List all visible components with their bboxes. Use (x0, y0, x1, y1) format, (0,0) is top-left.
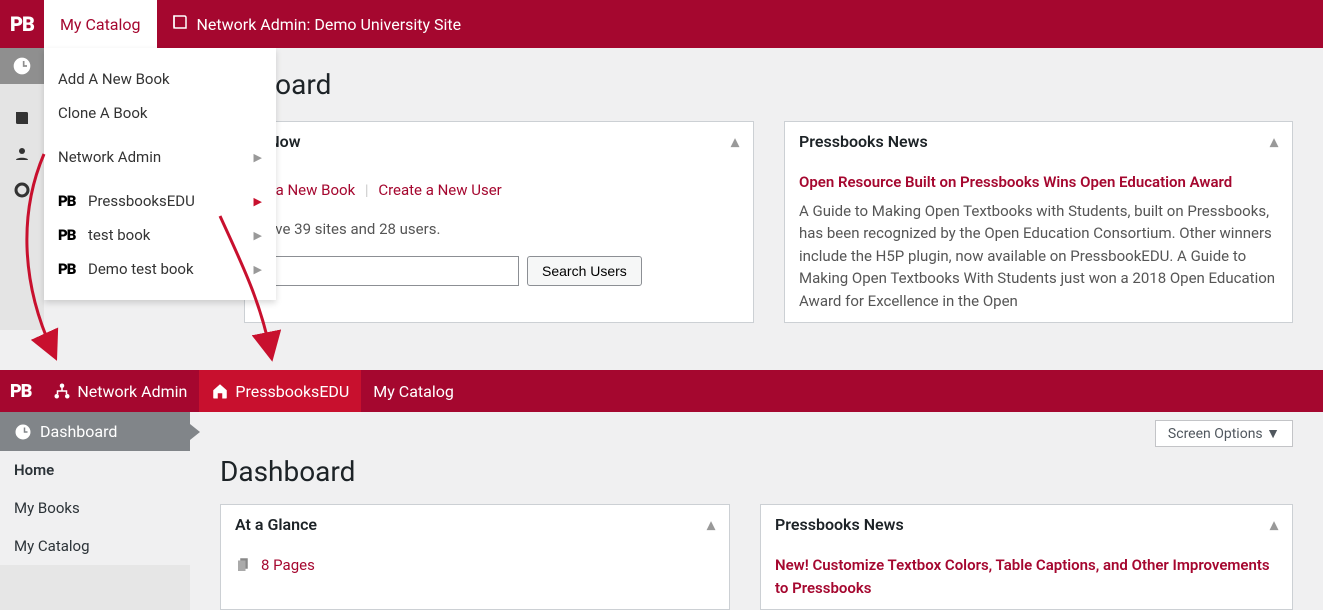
tab-my-catalog[interactable]: My Catalog (44, 0, 157, 48)
panel-right-now-head[interactable]: t Now ▴ (245, 122, 753, 161)
pb-mini-icon: PB (58, 192, 78, 210)
create-user-link[interactable]: Create a New User (378, 181, 501, 199)
sidebar2-my-books[interactable]: My Books (0, 489, 190, 527)
news-title: Pressbooks News (799, 132, 928, 151)
panel-news-head[interactable]: Pressbooks News ▴ (785, 122, 1292, 161)
bar2-network-admin-label: Network Admin (77, 382, 187, 401)
sites-users-text: have 39 sites and 28 users. (259, 218, 739, 241)
menu-pressbooksedu-label: PressbooksEDU (88, 192, 195, 210)
pages-link[interactable]: 8 Pages (261, 554, 315, 577)
dashboard-icon (14, 423, 32, 441)
collapse-icon[interactable]: ▴ (707, 515, 715, 534)
news2-title: Pressbooks News (775, 515, 904, 534)
search-users-button[interactable]: Search Users (527, 256, 642, 286)
bar2-network-admin[interactable]: Network Admin (41, 370, 199, 412)
dashboard-icon[interactable] (0, 48, 44, 84)
sidebar2-dashboard[interactable]: Dashboard (0, 412, 190, 451)
sitemap-icon (53, 382, 71, 400)
network-admin-title: Network Admin: Demo University Site (197, 15, 462, 34)
menu-network-admin[interactable]: Network Admin ▶ (44, 140, 276, 174)
collapse-icon[interactable]: ▴ (1270, 132, 1278, 151)
chevron-down-icon: ▼ (1266, 426, 1280, 442)
pb-logo-2[interactable]: PB (0, 370, 41, 412)
section-2: PB Network Admin PressbooksEDU My Catalo… (0, 370, 1323, 610)
my-catalog-dropdown: Add A New Book Clone A Book Network Admi… (44, 48, 276, 300)
menu-pressbooksedu[interactable]: PB PressbooksEDU ▶ (44, 184, 276, 218)
glance-title: At a Glance (235, 515, 317, 534)
bar2-pressbooksedu-label: PressbooksEDU (235, 382, 349, 401)
sidebar-2: Dashboard Home My Books My Catalog (0, 412, 190, 610)
news-headline-link[interactable]: Open Resource Built on Pressbooks Wins O… (799, 173, 1232, 191)
pages-icon (235, 556, 253, 574)
panel-news2-head[interactable]: Pressbooks News ▴ (761, 505, 1292, 544)
main-2: Screen Options ▼ Dashboard At a Glance ▴… (190, 412, 1323, 610)
tab-network-admin[interactable]: Network Admin: Demo University Site (157, 0, 476, 48)
screen-options-button[interactable]: Screen Options ▼ (1155, 420, 1293, 447)
pb-mini-icon: PB (58, 260, 78, 278)
pb-logo[interactable]: PB (0, 0, 44, 48)
chevron-right-icon: ▶ (254, 195, 262, 208)
admin-bar-2: PB Network Admin PressbooksEDU My Catalo… (0, 370, 1323, 412)
collapse-icon[interactable]: ▴ (731, 132, 739, 151)
menu-network-admin-label: Network Admin (58, 148, 161, 166)
menu-clone-book[interactable]: Clone A Book (44, 96, 276, 130)
home-icon (211, 382, 229, 400)
admin-bar-top: PB My Catalog Network Admin: Demo Univer… (0, 0, 1323, 48)
circle-icon[interactable] (0, 172, 44, 208)
collapse-icon[interactable]: ▴ (1270, 515, 1278, 534)
news2-headline-link[interactable]: New! Customize Textbox Colors, Table Cap… (775, 556, 1270, 597)
pb-mini-icon: PB (58, 226, 78, 244)
panel-glance-head[interactable]: At a Glance ▴ (221, 505, 729, 544)
bar2-my-catalog[interactable]: My Catalog (361, 370, 466, 412)
chevron-right-icon: ▶ (254, 229, 262, 242)
menu-demo-test-book[interactable]: PB Demo test book ▶ (44, 252, 276, 286)
menu-test-book[interactable]: PB test book ▶ (44, 218, 276, 252)
menu-add-new-book[interactable]: Add A New Book (44, 62, 276, 96)
sidebar2-home[interactable]: Home (0, 451, 190, 489)
menu-demo-test-book-label: Demo test book (88, 260, 194, 278)
screen-options-label: Screen Options (1168, 426, 1263, 442)
sidebar2-dashboard-label: Dashboard (40, 422, 117, 441)
news-body: A Guide to Making Open Textbooks with St… (799, 200, 1278, 313)
book-icon[interactable] (0, 100, 44, 136)
page-title-partial: hboard (244, 68, 1293, 101)
book-icon (171, 13, 189, 36)
chevron-right-icon: ▶ (254, 263, 262, 276)
search-users-input[interactable] (259, 256, 519, 286)
bar2-pressbooksedu[interactable]: PressbooksEDU (199, 370, 361, 412)
pipe-separator: | (365, 181, 369, 199)
sidebar2-my-catalog[interactable]: My Catalog (0, 527, 190, 565)
page-title-2: Dashboard (220, 455, 1293, 488)
sidebar-collapsed (0, 48, 44, 330)
chevron-right-icon: ▶ (254, 151, 262, 164)
menu-test-book-label: test book (88, 226, 150, 244)
user-icon[interactable] (0, 136, 44, 172)
